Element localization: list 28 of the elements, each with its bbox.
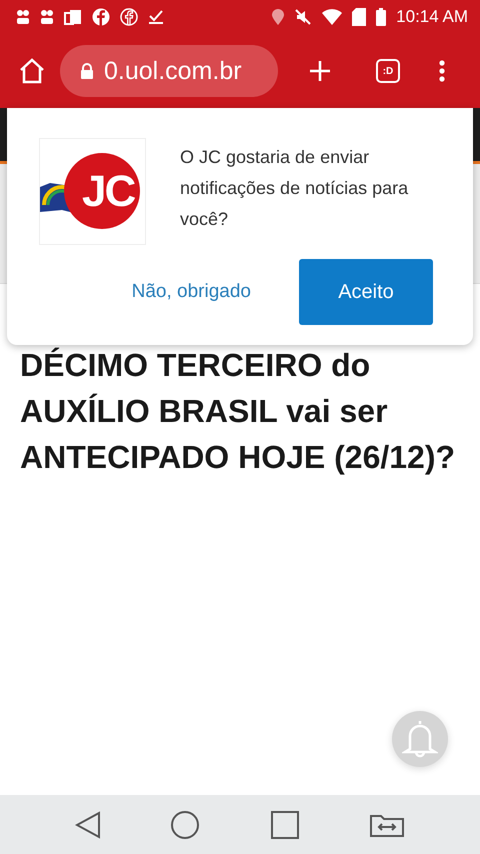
- app-notification-icon: [40, 9, 54, 25]
- article-headline: DÉCIMO TERCEIRO do AUXÍLIO BRASIL vai ser ANTECIPADO HOJE (26/12)?: [20, 346, 456, 477]
- home-circle-icon[interactable]: [170, 810, 200, 840]
- decline-button[interactable]: Não, obrigado: [132, 281, 251, 303]
- sd-card-icon: [352, 8, 366, 26]
- facebook-icon: [120, 8, 138, 26]
- clock: 10:14 AM: [396, 7, 468, 27]
- back-icon[interactable]: [74, 810, 101, 838]
- more-menu-icon[interactable]: [438, 59, 446, 83]
- url-text: 0.uol.com.br: [104, 56, 242, 86]
- facebook-icon: [92, 8, 110, 26]
- plus-icon[interactable]: [308, 59, 332, 83]
- download-done-icon: [148, 9, 164, 25]
- recents-icon[interactable]: [270, 810, 300, 840]
- accept-button[interactable]: Aceito: [299, 259, 433, 325]
- lock-icon: [80, 63, 94, 79]
- dialog-message: O JC gostaria de enviar notificações de notícias para você?: [180, 146, 410, 231]
- battery-icon: [376, 8, 386, 26]
- logo-text: JC: [82, 167, 134, 217]
- tab-switcher-button[interactable]: :D: [376, 59, 400, 83]
- copy-notification-icon: [64, 9, 82, 25]
- location-icon: [272, 9, 284, 25]
- wifi-icon: [322, 9, 342, 25]
- address-bar[interactable]: 0.uol.com.br: [60, 45, 278, 97]
- bell-icon: [402, 719, 438, 759]
- home-icon[interactable]: [18, 57, 46, 85]
- mute-icon: [294, 8, 312, 26]
- app-notification-icon: [16, 9, 30, 25]
